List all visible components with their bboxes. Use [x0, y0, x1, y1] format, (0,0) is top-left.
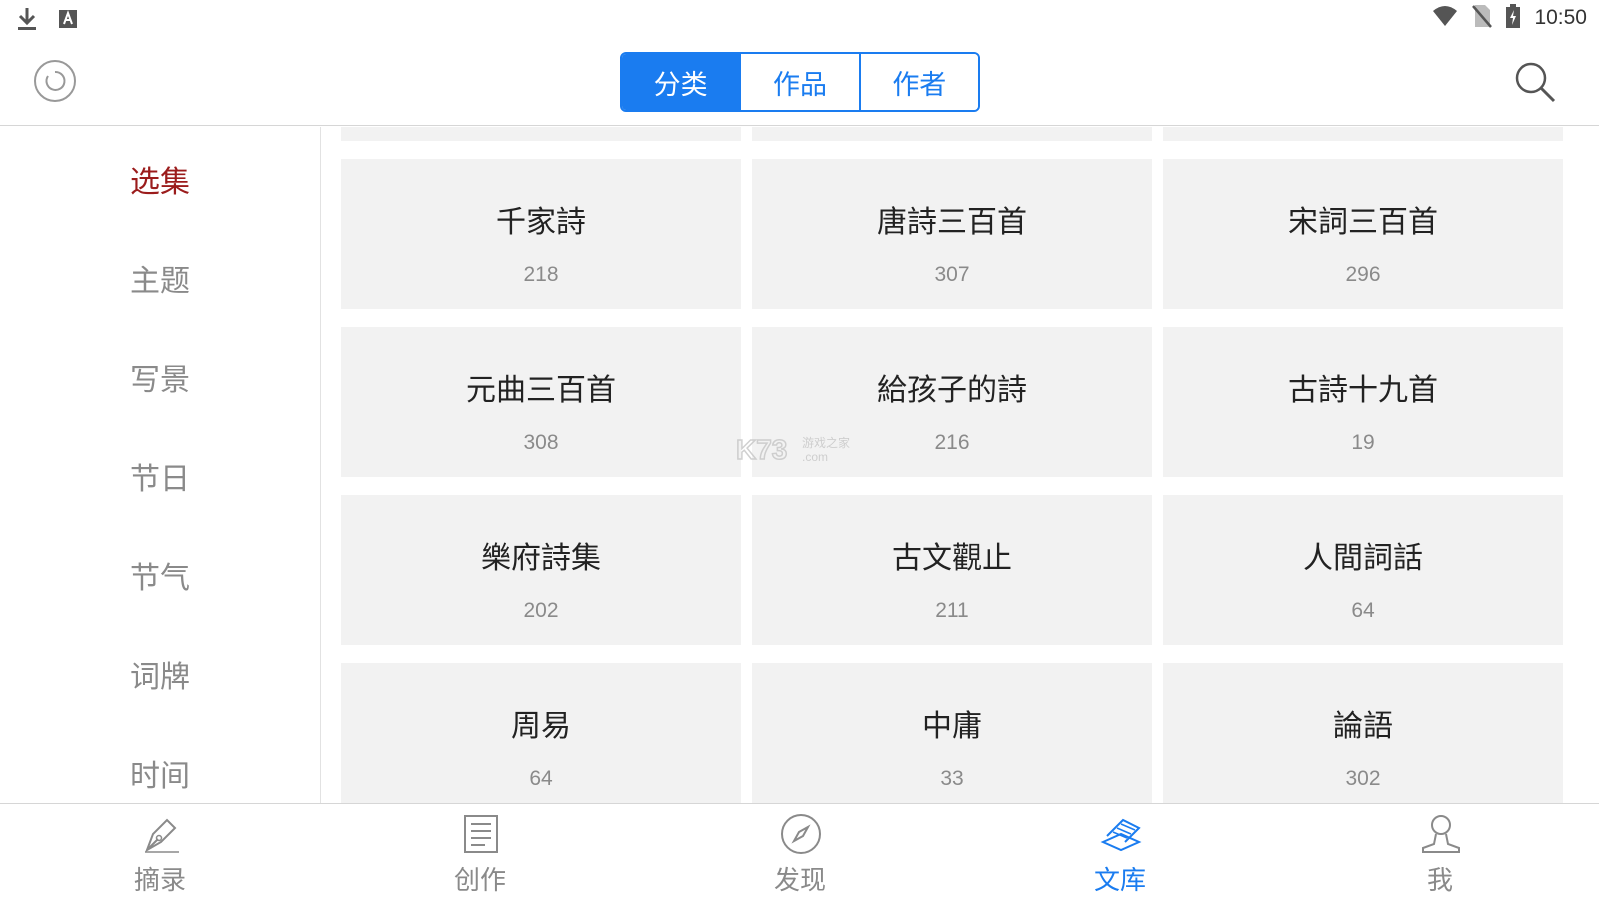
collection-card[interactable]: 樂府詩集 202 [341, 495, 741, 645]
collection-count: 307 [934, 263, 970, 286]
category-sidebar: 选集 主题 写景 节日 节气 词牌 时间 [0, 127, 321, 803]
battery-charging-icon [1506, 4, 1521, 32]
collection-title: 元曲三百首 [466, 373, 616, 408]
collection-count: 211 [935, 599, 969, 622]
tab-label: 我 [1426, 866, 1453, 896]
sidebar-item-anthology[interactable]: 选集 [130, 157, 190, 201]
user-icon [1419, 812, 1463, 856]
collection-count: 64 [1351, 599, 1375, 622]
compass-icon [779, 812, 823, 856]
segment-works[interactable]: 作品 [739, 54, 859, 110]
collection-count: 296 [1345, 263, 1381, 286]
collection-count: 33 [940, 767, 964, 790]
bottom-tab-bar: 摘录 创作 发现 文库 我 [0, 803, 1599, 898]
sidebar-item-festival[interactable]: 节日 [130, 454, 190, 498]
tab-excerpts[interactable]: 摘录 [100, 812, 220, 896]
tab-create[interactable]: 创作 [420, 812, 540, 896]
collection-card[interactable]: 元曲三百首 308 [341, 327, 741, 477]
collection-count: 64 [529, 767, 553, 790]
collection-title: 唐詩三百首 [877, 205, 1027, 240]
collection-title: 論語 [1333, 709, 1393, 744]
search-icon[interactable] [1513, 60, 1557, 104]
collection-card[interactable]: 唐詩三百首 307 [752, 159, 1152, 309]
tab-label: 摘录 [133, 866, 186, 896]
collection-count: 216 [934, 431, 970, 454]
collection-count: 19 [1351, 431, 1375, 454]
tab-label: 创作 [453, 866, 506, 896]
tab-me[interactable]: 我 [1380, 812, 1500, 896]
sidebar-item-time[interactable]: 时间 [130, 751, 190, 795]
collection-card-partial[interactable] [341, 127, 741, 141]
collection-card[interactable]: 千家詩 218 [341, 159, 741, 309]
collection-card[interactable]: 給孩子的詩 216 [752, 327, 1152, 477]
collection-card[interactable]: 周易 64 [341, 663, 741, 803]
sidebar-item-theme[interactable]: 主题 [130, 256, 190, 300]
tab-label: 发现 [773, 866, 826, 896]
pen-nib-icon [139, 812, 183, 856]
collection-count: 308 [523, 431, 559, 454]
category-segmented-control: 分类 作品 作者 [620, 52, 980, 112]
collection-title: 古詩十九首 [1288, 373, 1438, 408]
collection-card[interactable]: 宋詞三百首 296 [1163, 159, 1563, 309]
refresh-circle-icon[interactable] [32, 58, 78, 104]
collection-title: 中庸 [922, 709, 982, 744]
no-sim-icon [1472, 4, 1493, 32]
collection-card[interactable]: 古文觀止 211 [752, 495, 1152, 645]
collection-title: 千家詩 [496, 205, 586, 240]
wifi-icon [1432, 5, 1458, 31]
header: 分类 作品 作者 [0, 38, 1599, 126]
collection-title: 人間詞話 [1303, 541, 1423, 576]
collection-count: 302 [1345, 767, 1381, 790]
collection-card[interactable]: 人間詞話 64 [1163, 495, 1563, 645]
collection-grid: 千家詩 218 唐詩三百首 307 宋詞三百首 296 元曲三百首 308 給孩… [322, 127, 1599, 803]
collection-count: 202 [523, 599, 559, 622]
collection-card[interactable]: 論語 302 [1163, 663, 1563, 803]
collection-title: 古文觀止 [892, 541, 1012, 576]
status-bar: 10:50 [0, 0, 1599, 38]
collection-card-partial[interactable] [752, 127, 1152, 141]
tab-library[interactable]: 文库 [1060, 812, 1180, 896]
collection-card-partial[interactable] [1163, 127, 1563, 141]
tab-discover[interactable]: 发现 [740, 812, 860, 896]
collection-title: 宋詞三百首 [1288, 205, 1438, 240]
sidebar-item-ci-tune[interactable]: 词牌 [130, 652, 190, 696]
collection-count: 218 [523, 263, 559, 286]
download-icon [16, 6, 38, 36]
status-time: 10:50 [1534, 6, 1587, 29]
collection-title: 給孩子的詩 [877, 373, 1027, 408]
collection-title: 樂府詩集 [481, 541, 601, 576]
tab-label: 文库 [1093, 866, 1146, 896]
collection-title: 周易 [511, 709, 571, 744]
books-icon [1099, 812, 1143, 856]
collection-card[interactable]: 中庸 33 [752, 663, 1152, 803]
document-icon [459, 812, 503, 856]
sidebar-item-scenery[interactable]: 写景 [130, 355, 190, 399]
sidebar-item-solar-term[interactable]: 节气 [130, 553, 190, 597]
segment-authors[interactable]: 作者 [858, 54, 978, 110]
font-a-icon [58, 9, 78, 33]
collection-card[interactable]: 古詩十九首 19 [1163, 327, 1563, 477]
segment-category[interactable]: 分类 [622, 54, 740, 110]
